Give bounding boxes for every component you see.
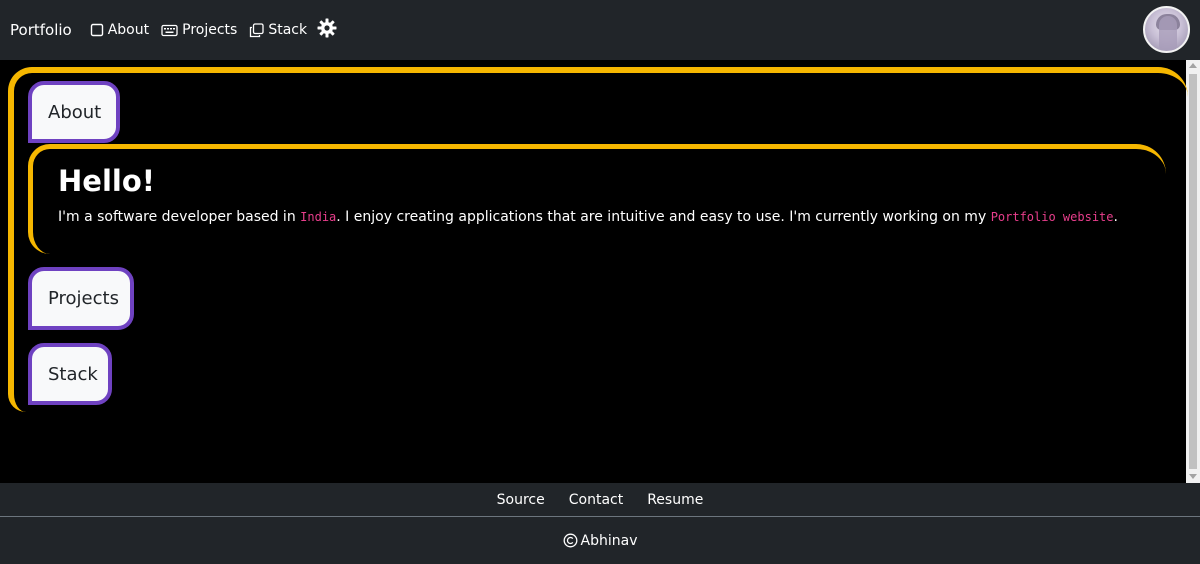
section-tab-stack[interactable]: Stack bbox=[28, 343, 112, 405]
copyright-icon bbox=[563, 533, 578, 548]
nav-link-projects[interactable]: Projects bbox=[161, 22, 237, 38]
nav-link-label: Projects bbox=[182, 22, 238, 38]
about-text-middle: . I enjoy creating applications that are… bbox=[336, 209, 991, 225]
section-tab-label: Stack bbox=[48, 363, 98, 385]
nav-link-stack[interactable]: Stack bbox=[249, 22, 307, 38]
copyright-name: Abhinav bbox=[580, 532, 638, 549]
square-icon bbox=[90, 23, 104, 37]
avatar[interactable] bbox=[1143, 6, 1190, 53]
nav-link-about[interactable]: About bbox=[90, 22, 149, 38]
about-text: I'm a software developer based in India.… bbox=[58, 209, 1118, 225]
section-tab-about[interactable]: About bbox=[28, 81, 120, 143]
stack-icon bbox=[249, 22, 264, 38]
about-text-before: I'm a software developer based in bbox=[58, 209, 301, 225]
footer-link-resume[interactable]: Resume bbox=[647, 492, 703, 508]
about-heading: Hello! bbox=[58, 164, 155, 198]
about-frame bbox=[28, 144, 1166, 254]
section-tab-label: Projects bbox=[48, 288, 119, 309]
scrollbar[interactable] bbox=[1186, 60, 1200, 483]
avatar-figure bbox=[1159, 16, 1177, 50]
section-tab-projects[interactable]: Projects bbox=[28, 267, 134, 330]
project-code: Portfolio website bbox=[990, 210, 1114, 224]
nav-links: About Projects Stack bbox=[90, 18, 337, 38]
keyboard-icon bbox=[161, 24, 178, 37]
nav-link-label: Stack bbox=[268, 22, 308, 38]
scroll-up-arrow-icon[interactable] bbox=[1189, 63, 1197, 68]
navbar: Portfolio About Projects Stack bbox=[0, 0, 1200, 60]
footer-link-contact[interactable]: Contact bbox=[569, 492, 623, 508]
about-text-after: . bbox=[1113, 209, 1118, 225]
scroll-thumb[interactable] bbox=[1189, 74, 1197, 469]
section-tab-label: About bbox=[48, 101, 102, 123]
location-code: India bbox=[300, 210, 337, 224]
scroll-down-arrow-icon[interactable] bbox=[1189, 474, 1197, 479]
footer-links: Source Contact Resume bbox=[0, 483, 1200, 517]
footer-link-source[interactable]: Source bbox=[497, 492, 545, 508]
brand-link[interactable]: Portfolio bbox=[10, 21, 72, 39]
footer-copyright: Abhinav bbox=[0, 517, 1200, 564]
gear-icon[interactable] bbox=[317, 18, 337, 38]
nav-link-label: About bbox=[107, 22, 150, 38]
